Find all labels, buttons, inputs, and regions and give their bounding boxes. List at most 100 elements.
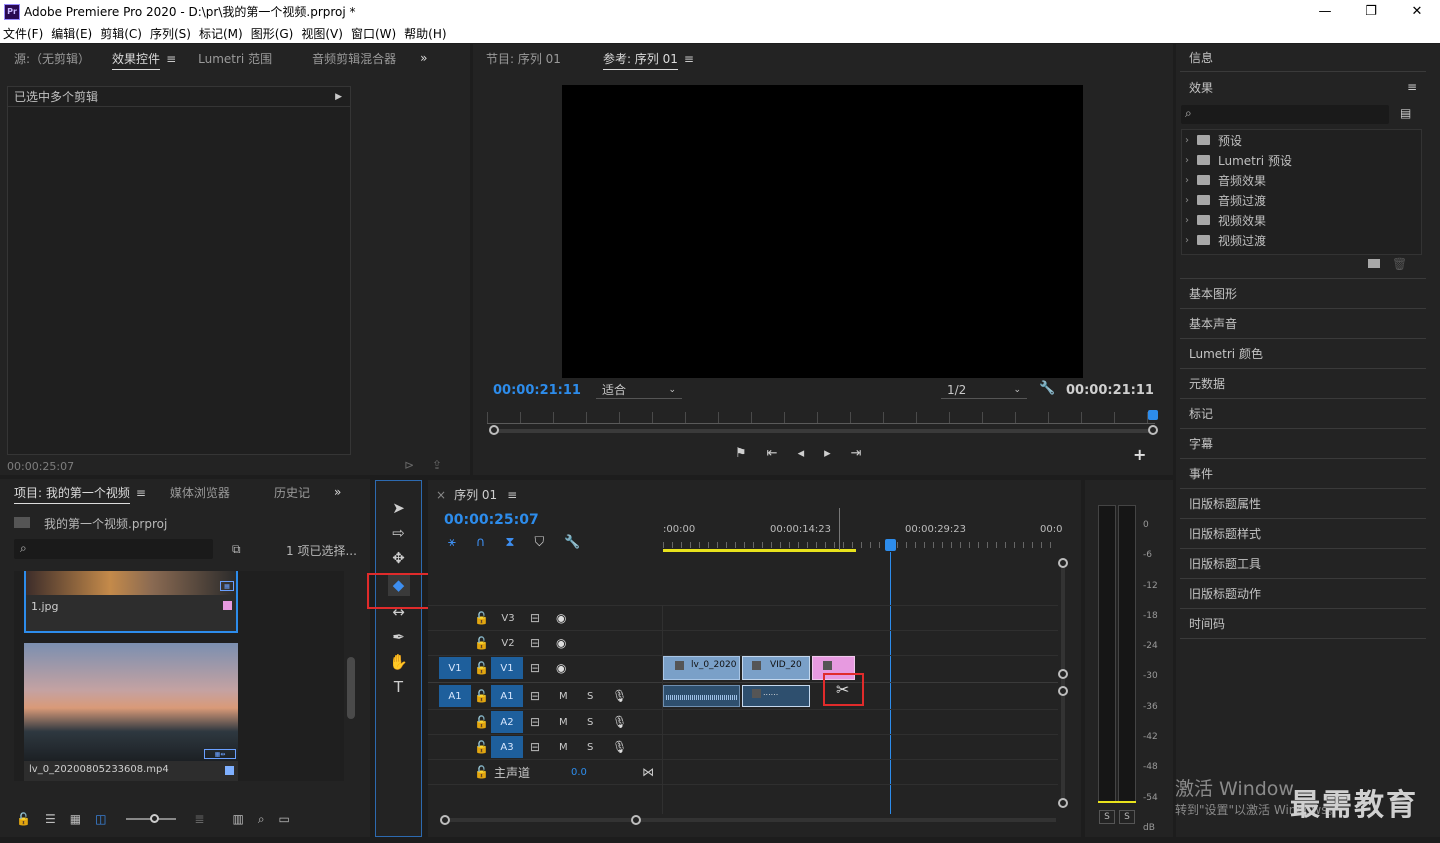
solo-button[interactable]: S — [587, 742, 593, 753]
track-select-tool-icon[interactable]: ⇨ — [392, 524, 405, 542]
tab-history[interactable]: 历史记 — [274, 484, 310, 501]
new-bin-icon[interactable] — [1368, 259, 1380, 268]
tab-reference[interactable]: 参考: 序列 01 ≡ — [602, 50, 694, 70]
ripple-edit-tool-icon[interactable]: ✥ — [392, 549, 405, 567]
solo-right-button[interactable]: S — [1119, 810, 1135, 824]
lock-icon[interactable]: 🔓 — [474, 611, 489, 625]
video-clip[interactable]: VID_20 — [742, 656, 810, 680]
section-timecode[interactable]: 时间码 — [1189, 615, 1225, 632]
tab-project[interactable]: 项目: 我的第一个视频 ≡ — [14, 484, 146, 504]
freeform-view-icon[interactable]: ◫ — [95, 812, 106, 826]
snap-magnet-icon[interactable]: ∩ — [476, 535, 486, 550]
linked-selection-icon[interactable]: ⧗ — [505, 535, 514, 550]
effect-folder-video-effects[interactable]: › 视频效果 — [1181, 210, 1421, 230]
lock-icon[interactable]: 🔓 — [474, 740, 489, 754]
pen-tool-icon[interactable]: ✒ — [392, 628, 405, 646]
section-legacy-title-actions[interactable]: 旧版标题动作 — [1189, 585, 1261, 602]
lock-icon[interactable]: 🔓 — [474, 661, 489, 675]
tab-source[interactable]: 源:（无剪辑） — [14, 50, 90, 67]
step-frame-back-icon[interactable]: ◂ — [798, 446, 805, 461]
section-events[interactable]: 事件 — [1189, 465, 1213, 482]
menu-window[interactable]: 窗口(W) — [351, 25, 396, 42]
lock-icon[interactable]: 🔓 — [474, 715, 489, 729]
project-scrollbar[interactable] — [347, 657, 355, 719]
program-timecode[interactable]: 00:00:21:11 — [493, 383, 581, 398]
panel-overflow-icon[interactable]: » — [334, 485, 341, 499]
add-marker-icon[interactable]: ⚑ — [735, 446, 747, 461]
project-search-input[interactable]: ⌕ — [14, 539, 213, 559]
mute-button[interactable]: M — [559, 742, 568, 753]
accelerated-effects-icon[interactable]: ▤ — [1400, 106, 1411, 120]
tab-lumetri-scopes[interactable]: Lumetri 范围 — [198, 50, 272, 67]
playhead-line[interactable] — [890, 552, 891, 814]
section-essential-sound[interactable]: 基本声音 — [1189, 315, 1237, 332]
minimize-button[interactable]: — — [1302, 0, 1348, 23]
info-panel-title[interactable]: 信息 — [1189, 49, 1213, 66]
panel-menu-icon[interactable]: ≡ — [507, 488, 517, 502]
menu-sequence[interactable]: 序列(S) — [150, 25, 191, 42]
effects-search-input[interactable]: ⌕ — [1181, 105, 1389, 124]
type-tool-icon[interactable]: T — [394, 678, 403, 696]
master-jump-icon[interactable]: ⋈ — [642, 765, 654, 779]
scroll-handle-right[interactable] — [1148, 425, 1158, 435]
close-button[interactable]: ✕ — [1394, 0, 1440, 23]
effects-menu-icon[interactable]: ≡ — [1407, 80, 1417, 94]
menu-graphics[interactable]: 图形(G) — [251, 25, 294, 42]
solo-left-button[interactable]: S — [1099, 810, 1115, 824]
hscroll-handle-right[interactable] — [631, 815, 641, 825]
selection-tool-icon[interactable]: ➤ — [392, 499, 405, 517]
vertical-scrollbar[interactable] — [1061, 560, 1065, 800]
filter-icon[interactable]: ⊳ — [404, 458, 414, 472]
playhead-top-icon[interactable] — [885, 539, 896, 551]
scroll-handle-bottom[interactable] — [1058, 798, 1068, 808]
audio-clip[interactable] — [663, 685, 740, 707]
sync-lock-icon[interactable]: ⊟ — [530, 611, 540, 625]
delete-icon[interactable]: 🗑 — [1392, 257, 1407, 271]
effect-folder-audio-effects[interactable]: › 音频效果 — [1181, 170, 1421, 190]
work-area-bar[interactable] — [663, 549, 856, 552]
horizontal-scrollbar[interactable] — [444, 818, 1056, 822]
effect-folder-lumetri-presets[interactable]: › Lumetri 预设 — [1181, 150, 1421, 170]
zoom-slider-thumb[interactable] — [150, 814, 160, 823]
media-item[interactable]: ▦ 1.jpg — [24, 571, 238, 633]
media-item[interactable]: ▦⇹ lv_0_20200805233608.mp4 — [24, 643, 238, 781]
close-tab-icon[interactable]: × — [436, 488, 446, 502]
master-track[interactable]: 🔓 主声道 0.0 ⋈ — [428, 760, 663, 784]
source-patch-a1[interactable]: A1 — [439, 685, 471, 707]
tab-media-browser[interactable]: 媒体浏览器 — [170, 484, 230, 501]
timeline-timecode[interactable]: 00:00:25:07 — [444, 512, 539, 528]
section-captions[interactable]: 字幕 — [1189, 435, 1213, 452]
eye-icon[interactable]: ◉ — [556, 661, 566, 675]
eye-icon[interactable]: ◉ — [556, 611, 566, 625]
sequence-tab[interactable]: 序列 01 — [454, 486, 497, 503]
microphone-icon[interactable]: 🎙 — [612, 715, 627, 729]
export-icon[interactable]: ⇪ — [432, 458, 442, 472]
mute-button[interactable]: M — [559, 691, 568, 702]
track-a3[interactable]: 🔓 A3 ⊟ M S 🎙 — [428, 735, 663, 759]
mute-button[interactable]: M — [559, 717, 568, 728]
scroll-handle-left[interactable] — [489, 425, 499, 435]
find-icon[interactable]: ⌕ — [258, 812, 265, 827]
lock-icon[interactable]: 🔓 — [474, 636, 489, 650]
automate-icon[interactable]: ▥ — [232, 812, 243, 826]
expand-arrow-icon[interactable]: ▶ — [335, 92, 342, 102]
section-lumetri-color[interactable]: Lumetri 颜色 — [1189, 345, 1263, 362]
section-legacy-title-properties[interactable]: 旧版标题属性 — [1189, 495, 1261, 512]
scroll-handle-top[interactable] — [1058, 558, 1068, 568]
lock-icon[interactable]: 🔓 — [474, 765, 489, 779]
track-v1[interactable]: V1 🔓 V1 ⊟ ◉ — [428, 656, 663, 680]
panel-menu-icon[interactable]: ≡ — [136, 486, 146, 500]
menu-marker[interactable]: 标记(M) — [199, 25, 243, 42]
maximize-button[interactable]: ❐ — [1348, 0, 1394, 23]
sync-lock-icon[interactable]: ⊟ — [530, 661, 540, 675]
menu-edit[interactable]: 编辑(E) — [51, 25, 92, 42]
audio-clip[interactable]: ...... — [742, 685, 810, 707]
panel-menu-icon[interactable]: ≡ — [684, 52, 694, 66]
menu-file[interactable]: 文件(F) — [3, 25, 43, 42]
menu-help[interactable]: 帮助(H) — [404, 25, 446, 42]
go-to-out-icon[interactable]: ⇥ — [851, 446, 862, 461]
microphone-icon[interactable]: 🎙 — [612, 740, 627, 754]
section-essential-graphics[interactable]: 基本图形 — [1189, 285, 1237, 302]
play-icon[interactable]: ▸ — [824, 446, 831, 461]
section-legacy-title-styles[interactable]: 旧版标题样式 — [1189, 525, 1261, 542]
